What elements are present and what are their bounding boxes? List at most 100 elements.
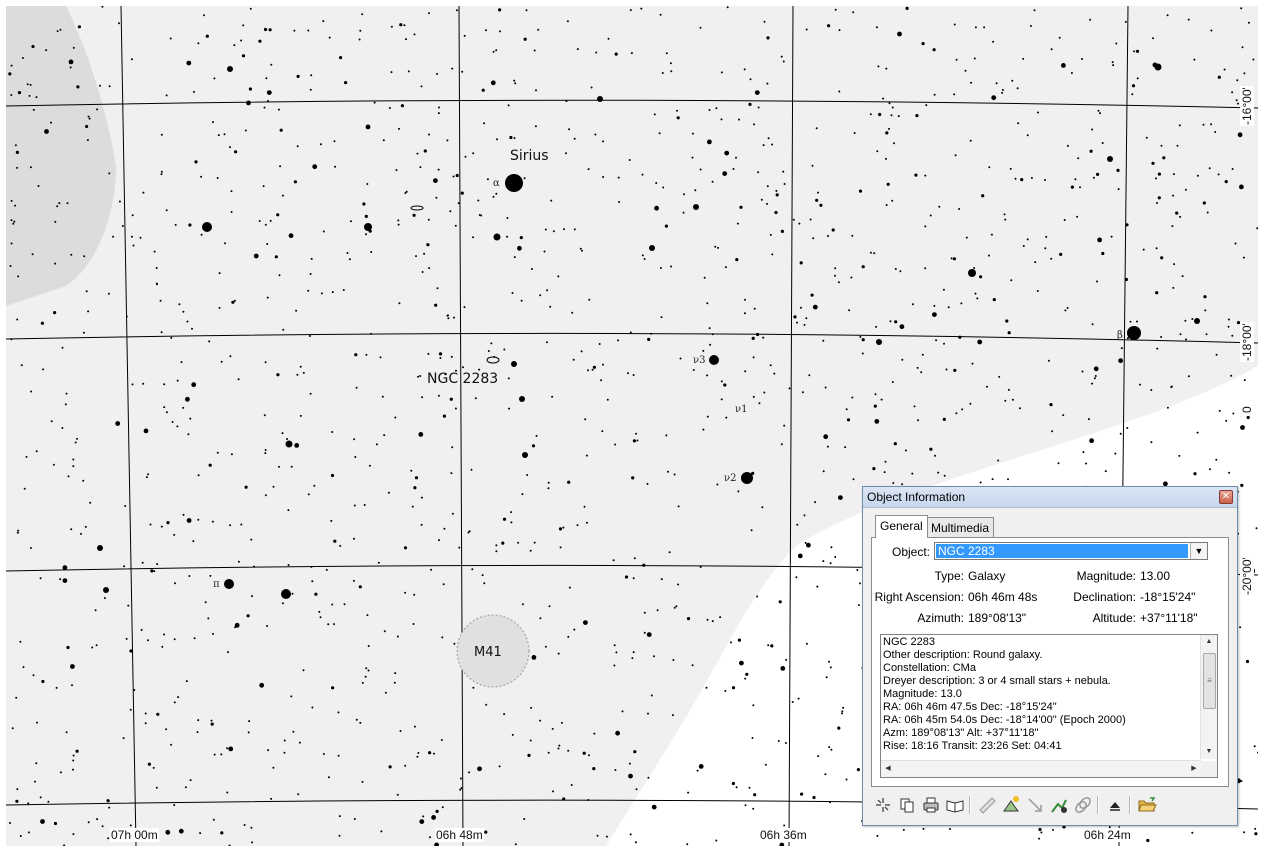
move-up-button[interactable] — [1105, 795, 1125, 815]
star-point — [283, 751, 286, 754]
ra-label-6h24: 06h 24m — [1083, 828, 1132, 842]
star-point — [550, 199, 553, 202]
star-point — [953, 93, 956, 96]
star-point — [1254, 832, 1258, 836]
close-button[interactable]: ✕ — [1219, 490, 1233, 504]
star-point — [188, 223, 192, 227]
star-point — [41, 679, 45, 684]
vertical-scrollbar[interactable]: ▲ ≡ ▼ — [1200, 635, 1217, 759]
object-select-value[interactable]: NGC 2283 — [936, 544, 1188, 558]
star-point — [1030, 177, 1033, 179]
general-tab-panel: Object: NGC 2283 ▼ Type: Galaxy Magnitud… — [871, 537, 1229, 787]
scroll-left-icon[interactable]: ◀ — [881, 761, 895, 777]
star-point — [1239, 626, 1242, 629]
star-point — [613, 664, 616, 667]
star-point — [1061, 63, 1066, 68]
star-point — [297, 793, 300, 796]
star-point — [1104, 470, 1107, 473]
dialog-titlebar[interactable]: Object Information ✕ — [863, 487, 1237, 508]
star-point — [547, 487, 550, 490]
star-point — [1081, 58, 1083, 60]
star-point — [943, 474, 946, 477]
star-point — [85, 124, 89, 129]
star-point — [72, 754, 75, 757]
chart-button[interactable] — [1049, 795, 1069, 815]
star-point — [744, 804, 747, 807]
star-point — [21, 57, 24, 59]
print-button[interactable] — [921, 795, 941, 815]
star-point — [427, 218, 430, 221]
star-point — [264, 494, 267, 497]
star-point — [281, 602, 284, 605]
star-point — [1010, 279, 1013, 282]
ruler-button[interactable] — [977, 795, 997, 815]
open-folder-button[interactable] — [1137, 795, 1157, 815]
book-button[interactable] — [945, 795, 965, 815]
scroll-up-icon[interactable]: ▲ — [1201, 635, 1217, 649]
star-point — [707, 139, 712, 145]
star-point — [891, 106, 894, 109]
star-point — [617, 176, 620, 179]
star-point — [417, 375, 419, 378]
star-point — [618, 201, 621, 203]
description-textbox[interactable]: NGC 2283 Other description: Round galaxy… — [880, 634, 1218, 778]
star-point — [592, 767, 596, 771]
star-point — [822, 470, 825, 473]
chevron-down-icon[interactable]: ▼ — [1190, 543, 1207, 559]
star-point — [1256, 227, 1258, 230]
star-point — [1089, 149, 1093, 153]
description-text[interactable]: NGC 2283 Other description: Round galaxy… — [883, 636, 1199, 753]
star-point — [552, 790, 554, 793]
arrow-button[interactable] — [1025, 795, 1045, 815]
star-point — [929, 447, 933, 451]
star-point — [176, 425, 179, 428]
star-point — [543, 250, 546, 253]
star-point — [1240, 483, 1244, 487]
tab-multimedia[interactable]: Multimedia — [926, 517, 995, 538]
star-label-sirius[interactable]: Sirius — [510, 148, 549, 164]
star-point — [920, 371, 923, 374]
star-point — [412, 213, 416, 217]
center-object-button[interactable] — [873, 795, 893, 815]
star-point — [352, 579, 355, 582]
object-label-ngc2283[interactable]: NGC 2283 — [427, 371, 498, 387]
object-select[interactable]: NGC 2283 ▼ — [934, 542, 1208, 560]
star-point — [955, 58, 958, 61]
star-point — [1223, 68, 1226, 71]
star-point — [756, 595, 759, 598]
star-point — [530, 268, 533, 270]
star-point — [885, 204, 888, 206]
star-point — [753, 793, 757, 797]
star-point — [762, 336, 765, 339]
bright-star — [281, 589, 291, 599]
star-point — [173, 804, 176, 806]
add-observation-button[interactable] — [1001, 795, 1021, 815]
star-point — [953, 23, 956, 26]
scroll-right-icon[interactable]: ▶ — [1187, 761, 1201, 777]
scroll-down-icon[interactable]: ▼ — [1201, 745, 1217, 759]
tab-general[interactable]: General — [875, 515, 928, 538]
star-point — [145, 476, 148, 479]
star-point — [570, 784, 573, 786]
link-button[interactable] — [1073, 795, 1093, 815]
star-point — [573, 628, 576, 631]
star-point — [200, 233, 203, 236]
star-point — [472, 236, 475, 239]
star-point — [757, 171, 760, 174]
star-point — [875, 26, 878, 29]
star-point — [708, 327, 711, 330]
star-point — [1241, 46, 1244, 49]
star-point — [233, 299, 236, 302]
horizontal-scrollbar[interactable]: ◀ ▶ — [881, 760, 1201, 777]
star-point — [296, 74, 300, 78]
star-point — [237, 560, 240, 563]
object-label-m41[interactable]: M41 — [474, 645, 502, 660]
star-point — [1063, 219, 1066, 221]
bright-star — [97, 545, 103, 551]
copy-button[interactable] — [897, 795, 917, 815]
star-point — [552, 230, 555, 233]
star-point — [1093, 366, 1099, 372]
star-point — [769, 364, 772, 367]
bright-star — [364, 223, 372, 231]
scroll-thumb[interactable]: ≡ — [1203, 653, 1216, 709]
